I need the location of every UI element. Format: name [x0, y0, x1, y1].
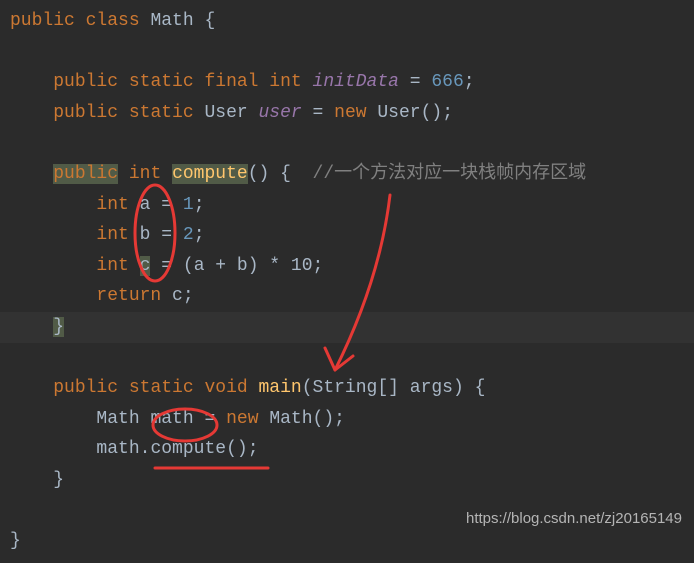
code-editor[interactable]: public class Math { public static final … — [0, 0, 694, 563]
code-line-close: } — [0, 312, 694, 343]
method-call: compute — [150, 439, 226, 459]
code-line-main: public static void main(String[] args) { — [0, 373, 694, 404]
param-type: String[] — [313, 378, 399, 398]
method-name-selected: compute — [172, 164, 248, 184]
brace: } — [53, 470, 64, 490]
keyword-class: class — [86, 11, 140, 31]
type: int — [96, 195, 128, 215]
code-line-class: public class Math { — [0, 6, 694, 37]
var: a — [140, 195, 151, 215]
code-line-c: int c = (a + b) * 10; — [0, 251, 694, 282]
ctor: Math — [269, 409, 312, 429]
type: int — [96, 225, 128, 245]
type: int — [269, 72, 301, 92]
op: = — [410, 72, 421, 92]
keyword-public: public — [10, 11, 75, 31]
keyword: new — [334, 103, 366, 123]
ctor: User — [377, 103, 420, 123]
code-line-compute: public int compute() { //一个方法对应一块栈帧内存区域 — [0, 159, 694, 190]
class-name: Math — [150, 11, 193, 31]
paren: ) — [453, 378, 464, 398]
field-name: initData — [313, 72, 399, 92]
keyword: static — [129, 378, 194, 398]
comment: //一个方法对应一块栈帧内存区域 — [313, 164, 587, 184]
op: = — [313, 103, 324, 123]
keyword: public — [53, 378, 118, 398]
type: Math — [96, 409, 139, 429]
semi: ; — [464, 72, 475, 92]
brace-selected: } — [53, 317, 64, 337]
keyword: new — [226, 409, 258, 429]
op: = — [161, 225, 172, 245]
semi: ; — [442, 103, 453, 123]
type: int — [96, 256, 128, 276]
parens: () — [226, 439, 248, 459]
var: b — [140, 225, 151, 245]
keyword-selected: public — [53, 164, 118, 184]
keyword: static — [129, 72, 194, 92]
method-name: main — [259, 378, 302, 398]
code-line-blank — [0, 128, 694, 159]
keyword: final — [204, 72, 258, 92]
op: = — [161, 195, 172, 215]
var: c — [172, 286, 183, 306]
op: = — [204, 409, 215, 429]
code-line-math: Math math = new Math(); — [0, 404, 694, 435]
expr: (a + b) * 10 — [183, 256, 313, 276]
paren: ( — [302, 378, 313, 398]
code-line-a: int a = 1; — [0, 190, 694, 221]
semi: ; — [194, 195, 205, 215]
semi: ; — [313, 256, 324, 276]
var-selected: c — [140, 256, 151, 276]
var: math — [150, 409, 193, 429]
keyword: return — [96, 286, 161, 306]
type: int — [129, 164, 161, 184]
number: 2 — [183, 225, 194, 245]
param-name: args — [410, 378, 453, 398]
op: = — [161, 256, 172, 276]
semi: ; — [183, 286, 194, 306]
parens: () — [248, 164, 270, 184]
number: 666 — [431, 72, 463, 92]
parens: () — [421, 103, 443, 123]
obj: math — [96, 439, 139, 459]
parens: () — [313, 409, 335, 429]
brace: { — [204, 11, 215, 31]
code-line-return: return c; — [0, 281, 694, 312]
code-line-b: int b = 2; — [0, 220, 694, 251]
code-line-field1: public static final int initData = 666; — [0, 67, 694, 98]
keyword: public — [53, 103, 118, 123]
brace: { — [280, 164, 291, 184]
brace: } — [10, 531, 21, 551]
semi: ; — [334, 409, 345, 429]
watermark: https://blog.csdn.net/zj20165149 — [466, 510, 682, 527]
keyword: public — [53, 72, 118, 92]
type: void — [204, 378, 247, 398]
type: User — [204, 103, 247, 123]
keyword: static — [129, 103, 194, 123]
code-line-field2: public static User user = new User(); — [0, 98, 694, 129]
semi: ; — [248, 439, 259, 459]
code-line-blank — [0, 343, 694, 374]
code-line-blank — [0, 37, 694, 68]
field-name: user — [259, 103, 302, 123]
number: 1 — [183, 195, 194, 215]
code-line-close: } — [0, 526, 694, 557]
dot: . — [140, 439, 151, 459]
brace: { — [475, 378, 486, 398]
semi: ; — [194, 225, 205, 245]
code-line-close: } — [0, 465, 694, 496]
code-line-call: math.compute(); — [0, 434, 694, 465]
